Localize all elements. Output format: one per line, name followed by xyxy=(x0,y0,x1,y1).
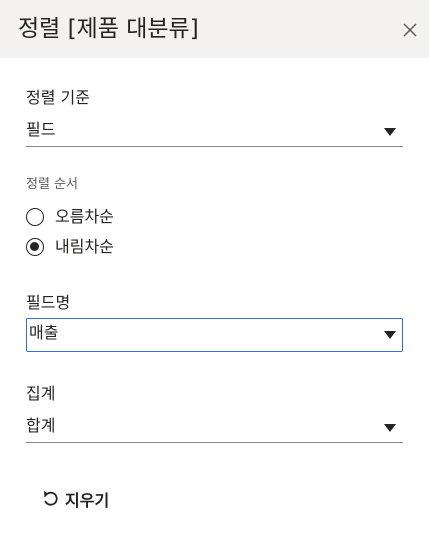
close-button[interactable] xyxy=(398,18,422,42)
aggregation-label: 집계 xyxy=(26,384,56,403)
clear-label: 지우기 xyxy=(65,491,110,510)
radio-circle-ascending[interactable] xyxy=(26,208,44,226)
radio-circle-descending[interactable] xyxy=(26,238,44,256)
sort-basis-value: 필드 xyxy=(26,120,56,139)
radio-ascending[interactable]: 오름차순 xyxy=(26,206,114,228)
field-name-value: 매출 xyxy=(29,323,59,342)
sort-basis-dropdown[interactable]: 필드 xyxy=(26,117,403,147)
close-icon xyxy=(403,23,417,37)
aggregation-value: 합계 xyxy=(26,416,56,435)
panel-header: 정렬 [제품 대분류] xyxy=(0,0,429,58)
undo-icon xyxy=(44,491,58,506)
radio-label-ascending: 오름차순 xyxy=(55,207,114,226)
field-name-dropdown[interactable]: 매출 xyxy=(26,318,403,352)
caret-down-icon xyxy=(384,331,396,339)
radio-label-descending: 내림차순 xyxy=(55,237,114,256)
caret-down-icon xyxy=(384,128,396,136)
sort-basis-label: 정렬 기준 xyxy=(26,88,90,107)
panel-title: 정렬 [제품 대분류] xyxy=(18,16,199,42)
radio-descending[interactable]: 내림차순 xyxy=(26,236,114,258)
caret-down-icon xyxy=(384,424,396,432)
aggregation-dropdown[interactable]: 합계 xyxy=(26,413,403,443)
clear-button[interactable]: 지우기 xyxy=(42,486,109,512)
field-name-label: 필드명 xyxy=(26,293,71,312)
sort-order-label: 정렬 순서 xyxy=(26,177,78,192)
